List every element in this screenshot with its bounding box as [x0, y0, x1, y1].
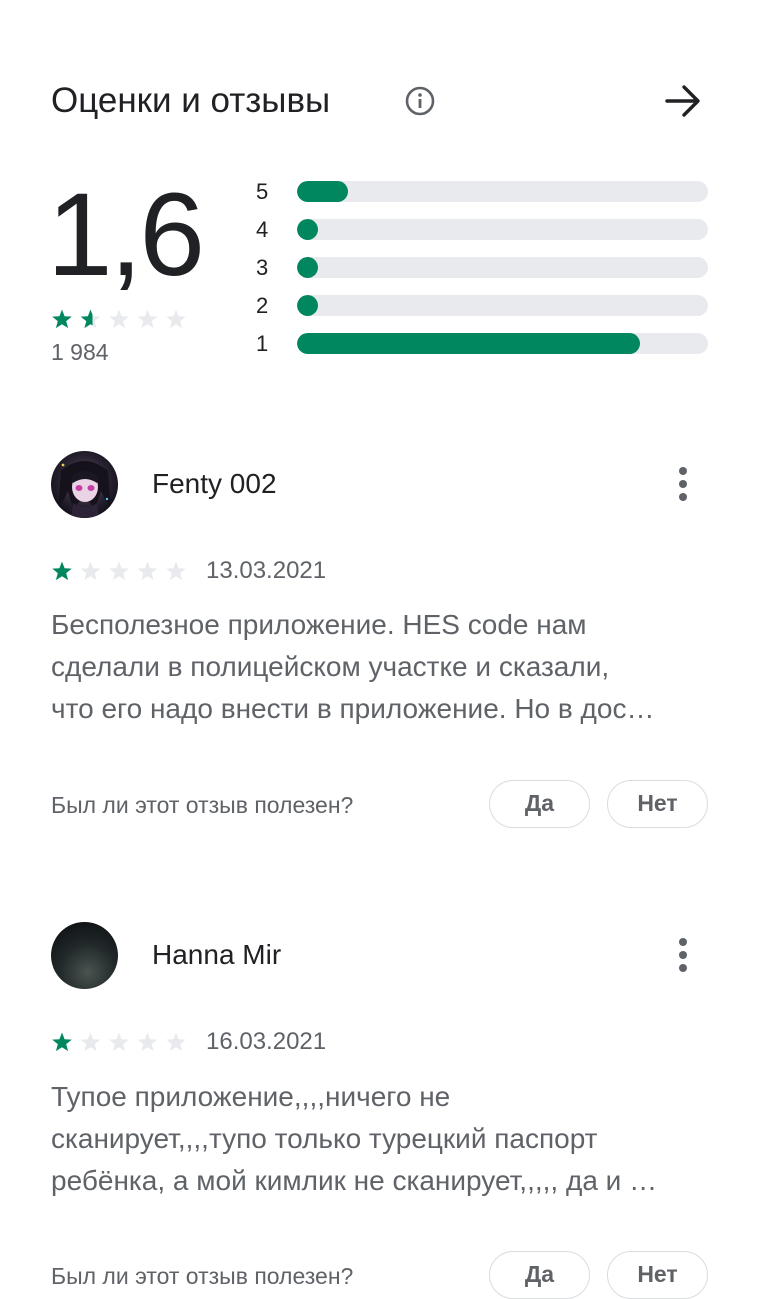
rating-bar-track: [297, 333, 708, 354]
avatar-image: [51, 922, 118, 989]
avatar-image: [51, 451, 118, 518]
rating-bar-fill: [297, 257, 318, 278]
helpful-no-button[interactable]: Нет: [607, 1251, 708, 1299]
star-icon: [109, 561, 129, 581]
helpful-question: Был ли этот отзыв полезен?: [51, 792, 354, 818]
star-icon: [52, 309, 72, 329]
rating-bar-fill: [297, 219, 318, 240]
star-icon: [109, 1032, 129, 1052]
rating-bar-label: 5: [256, 179, 269, 204]
rating-bar-label: 1: [256, 331, 269, 356]
rating-stars: [52, 309, 186, 329]
rating-bar-label: 2: [256, 293, 269, 318]
review-text[interactable]: Бесполезное приложение. HES code нам сде…: [51, 604, 706, 730]
more-vert-icon[interactable]: [670, 935, 696, 975]
review-date: 16.03.2021: [206, 1028, 327, 1055]
section-title: Оценки и отзывы: [51, 81, 331, 120]
review-stars: [52, 1032, 186, 1052]
star-icon: [80, 309, 101, 329]
review-author: Hanna Mir: [152, 939, 282, 970]
rating-bar-track: [297, 219, 708, 240]
star-icon: [137, 561, 158, 581]
rating-bar-fill: [297, 295, 318, 316]
rating-bar-5: 5: [256, 180, 716, 204]
helpful-yes-button[interactable]: Да: [489, 1251, 590, 1299]
star-icon: [80, 1032, 101, 1052]
avatar: [51, 922, 118, 989]
avatar: [51, 451, 118, 518]
arrow-right-icon[interactable]: [662, 80, 704, 122]
star-icon: [109, 309, 129, 329]
rating-bar-label: 3: [256, 255, 269, 280]
star-icon: [166, 1032, 186, 1052]
review-text-line: ребёнка, а мой кимлик не сканирует,,,,, …: [51, 1165, 658, 1196]
info-circle-icon[interactable]: [404, 85, 436, 117]
rating-bar-fill: [297, 181, 348, 202]
rating-bar-4: 4: [256, 218, 716, 242]
star-icon: [137, 1032, 158, 1052]
review-stars: [52, 561, 186, 581]
star-icon: [166, 561, 186, 581]
review-date: 13.03.2021: [206, 557, 327, 584]
star-icon: [52, 561, 72, 581]
review-count: 1 984: [51, 339, 109, 365]
helpful-question: Был ли этот отзыв полезен?: [51, 1263, 354, 1289]
review-text-line: сделали в полицейском участке и сказали,: [51, 651, 610, 682]
more-vert-icon[interactable]: [670, 464, 696, 504]
rating-bar-2: 2: [256, 294, 716, 318]
review-text-line: Бесполезное приложение. HES code нам: [51, 609, 587, 640]
rating-bar-track: [297, 295, 708, 316]
rating-bar-1: 1: [256, 332, 716, 356]
star-icon: [80, 561, 101, 581]
review-text[interactable]: Тупое приложение,,,,ничего не сканирует,…: [51, 1076, 706, 1202]
star-icon: [52, 1032, 72, 1052]
star-icon: [166, 309, 186, 329]
review-author: Fenty 002: [152, 468, 277, 499]
review-text-line: сканирует,,,,тупо только турецкий паспор…: [51, 1123, 598, 1154]
review-text-line: что его надо внести в приложение. Но в д…: [51, 693, 655, 724]
rating-bar-track: [297, 181, 708, 202]
rating-bar-fill: [297, 333, 640, 354]
star-icon: [137, 309, 158, 329]
rating-bar-label: 4: [256, 217, 269, 242]
helpful-yes-button[interactable]: Да: [489, 780, 590, 828]
average-rating: 1,6: [47, 169, 205, 301]
helpful-no-button[interactable]: Нет: [607, 780, 708, 828]
rating-bar-3: 3: [256, 256, 716, 280]
review-text-line: Тупое приложение,,,,ничего не: [51, 1081, 451, 1112]
rating-bar-track: [297, 257, 708, 278]
